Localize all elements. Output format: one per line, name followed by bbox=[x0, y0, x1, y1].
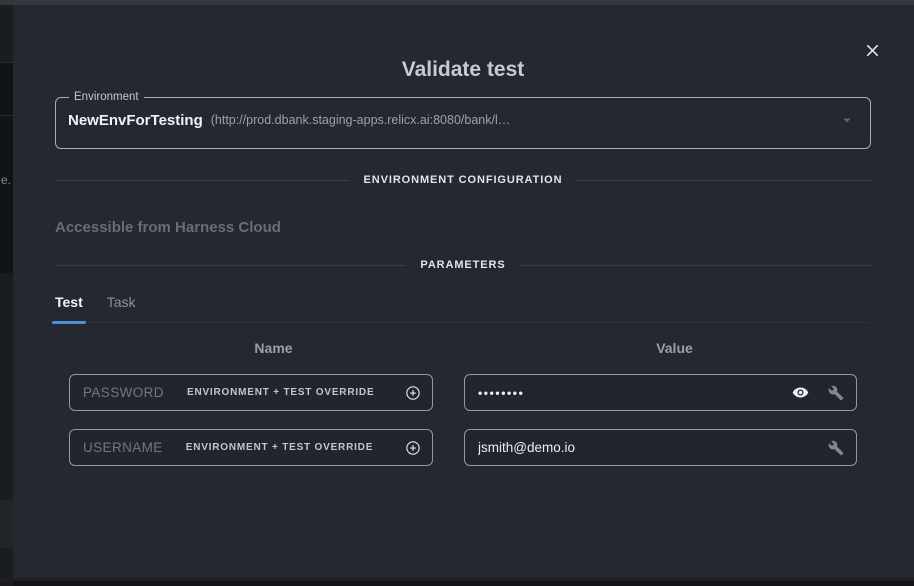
environment-value: NewEnvForTesting bbox=[68, 112, 203, 129]
tab-test[interactable]: Test bbox=[55, 294, 83, 322]
validate-test-modal: Validate test Environment NewEnvForTesti… bbox=[13, 5, 914, 578]
username-value-input[interactable] bbox=[478, 440, 809, 455]
divider-label: PARAMETERS bbox=[406, 259, 519, 271]
active-tab-underline bbox=[52, 321, 86, 324]
param-override-badge: ENVIRONMENT + TEST OVERRIDE bbox=[187, 387, 374, 398]
parameters-tabs: Test Task bbox=[55, 294, 871, 323]
background-segment bbox=[0, 5, 13, 63]
param-value-box-password bbox=[464, 374, 857, 411]
plus-circle-icon[interactable] bbox=[404, 384, 422, 402]
param-override-badge: ENVIRONMENT + TEST OVERRIDE bbox=[186, 442, 373, 453]
environment-label: Environment bbox=[69, 91, 144, 103]
divider-label: ENVIRONMENT CONFIGURATION bbox=[350, 174, 577, 186]
environment-select[interactable]: Environment NewEnvForTesting (http://pro… bbox=[55, 91, 871, 149]
wrench-icon[interactable] bbox=[828, 385, 844, 401]
environment-configuration-divider: ENVIRONMENT CONFIGURATION bbox=[55, 174, 871, 186]
accessibility-note: Accessible from Harness Cloud bbox=[55, 219, 871, 236]
divider-line bbox=[520, 265, 871, 266]
tab-test-label: Test bbox=[55, 294, 83, 310]
tab-task[interactable]: Task bbox=[107, 294, 136, 322]
param-name-box-password[interactable]: PASSWORD ENVIRONMENT + TEST OVERRIDE bbox=[69, 374, 433, 411]
password-value-input[interactable] bbox=[478, 386, 782, 400]
divider-line bbox=[576, 180, 871, 181]
environment-url: (http://prod.dbank.staging-apps.relicx.a… bbox=[211, 113, 828, 127]
column-header-name: Name bbox=[69, 340, 478, 356]
parameter-row-password: PASSWORD ENVIRONMENT + TEST OVERRIDE bbox=[55, 374, 871, 411]
parameter-row-username: USERNAME ENVIRONMENT + TEST OVERRIDE bbox=[55, 429, 871, 466]
close-icon bbox=[863, 41, 882, 60]
column-header-value: Value bbox=[478, 340, 871, 356]
param-name-label: PASSWORD bbox=[83, 385, 164, 400]
param-name-box-username[interactable]: USERNAME ENVIRONMENT + TEST OVERRIDE bbox=[69, 429, 433, 466]
background-app-strip: e. bbox=[0, 5, 13, 581]
parameters-column-headers: Name Value bbox=[55, 340, 871, 356]
divider-line bbox=[55, 265, 406, 266]
param-value-box-username bbox=[464, 429, 857, 466]
tab-task-label: Task bbox=[107, 294, 136, 310]
eye-icon[interactable] bbox=[792, 384, 809, 401]
wrench-icon[interactable] bbox=[828, 440, 844, 456]
close-button[interactable] bbox=[859, 37, 885, 63]
parameters-divider: PARAMETERS bbox=[55, 259, 871, 271]
background-divider bbox=[0, 115, 13, 116]
background-text-fragment: e. bbox=[1, 173, 11, 187]
param-name-label: USERNAME bbox=[83, 440, 163, 455]
background-segment bbox=[0, 500, 13, 548]
divider-line bbox=[55, 180, 350, 181]
modal-title: Validate test bbox=[55, 58, 871, 82]
plus-circle-icon[interactable] bbox=[404, 439, 422, 457]
chevron-down-icon[interactable] bbox=[838, 111, 856, 129]
